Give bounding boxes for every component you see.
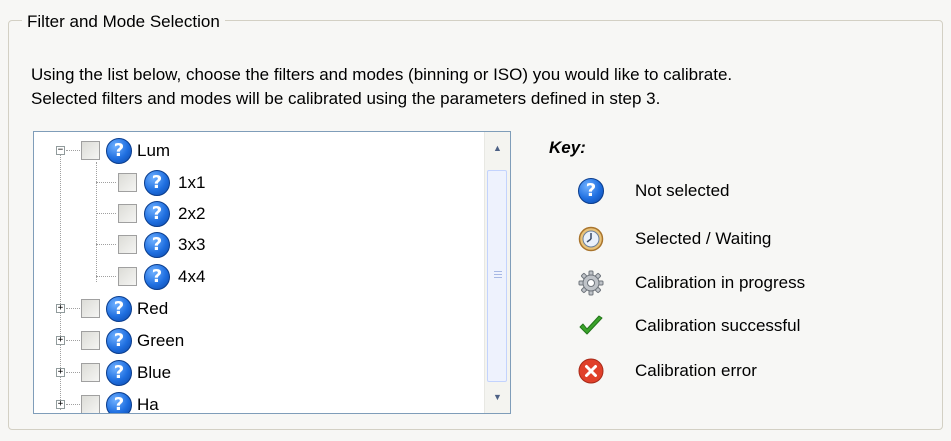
node-label: 3x3 [178,235,206,254]
key-label: Calibration error [635,361,757,380]
question-icon: ? [144,232,170,258]
group-title: Filter and Mode Selection [22,12,225,32]
expand-icon[interactable]: + [56,304,65,313]
filter-tree[interactable]: − ? Lum ? 1x1 ? 2x2 ? 3x3 ? 4x4 + ? Red … [33,131,511,414]
key-label: Selected / Waiting [635,229,772,248]
node-label: 2x2 [178,204,206,223]
tree-node-3x3[interactable]: ? 3x3 [34,230,484,260]
node-label: Blue [137,363,172,382]
question-icon: ? [106,392,132,413]
question-icon: ? [144,264,170,290]
error-icon [578,358,604,384]
expand-icon[interactable]: + [56,400,65,409]
question-icon: ? [144,170,170,196]
node-label: Red [137,299,169,318]
tree-line [66,404,80,405]
scroll-thumb[interactable] [487,170,507,382]
red-checkbox[interactable] [81,299,100,318]
question-icon: ? [144,201,170,227]
question-icon: ? [106,296,132,322]
tree-line [66,340,80,341]
tree-node-ha[interactable]: + ? Ha [34,390,484,414]
tree-node-green[interactable]: + ? Green [34,326,484,356]
tree-node-red[interactable]: + ? Red [34,294,484,324]
tree-line [96,244,116,245]
question-icon: ? [106,360,132,386]
expand-icon[interactable]: + [56,336,65,345]
gear-icon [578,270,604,296]
key-item-in-progress: Calibration in progress [578,268,805,298]
2x2-checkbox[interactable] [118,204,137,223]
question-icon: ? [106,138,132,164]
key-label: Calibration in progress [635,273,806,292]
instructions: Using the list below, choose the filters… [31,63,732,111]
tree-line [66,372,80,373]
question-icon: ? [578,178,604,204]
grip-line [494,271,502,272]
collapse-icon[interactable]: − [56,146,65,155]
key-label: Calibration successful [635,316,801,335]
4x4-checkbox[interactable] [118,267,137,286]
checkmark-icon [578,313,604,339]
node-label: Green [137,331,185,350]
question-icon: ? [106,328,132,354]
key-title: Key: [549,138,586,157]
tree-node-blue[interactable]: + ? Blue [34,358,484,388]
3x3-checkbox[interactable] [118,235,137,254]
tree-line [96,213,116,214]
tree-node-2x2[interactable]: ? 2x2 [34,199,484,229]
expand-icon[interactable]: + [56,368,65,377]
lum-checkbox[interactable] [81,141,100,160]
key-item-not-selected: ? Not selected [578,176,730,206]
1x1-checkbox[interactable] [118,173,137,192]
tree-node-1x1[interactable]: ? 1x1 [34,168,484,198]
key-label: Not selected [635,181,730,200]
key-item-selected-waiting: Selected / Waiting [578,224,771,254]
clock-icon [578,226,604,252]
tree-line [96,276,116,277]
key-item-successful: Calibration successful [578,311,800,341]
grip-line [494,277,502,278]
scroll-down-icon[interactable]: ▼ [485,383,510,411]
blue-checkbox[interactable] [81,363,100,382]
scroll-up-icon[interactable]: ▲ [485,134,510,162]
node-label: Ha [137,395,159,414]
tree-node-lum[interactable]: − ? Lum [34,136,484,166]
green-checkbox[interactable] [81,331,100,350]
tree-line [66,308,80,309]
vertical-scrollbar[interactable]: ▲ ▼ [484,132,510,413]
tree-line [96,182,116,183]
node-label: Lum [137,141,171,160]
instructions-line-1: Using the list below, choose the filters… [31,65,733,84]
node-label: 4x4 [178,267,206,286]
node-label: 1x1 [178,173,206,192]
key-item-error: Calibration error [578,356,757,386]
tree-line [66,150,80,151]
instructions-line-2: Selected filters and modes will be calib… [31,89,661,108]
ha-checkbox[interactable] [81,395,100,413]
tree-node-4x4[interactable]: ? 4x4 [34,262,484,292]
grip-line [494,274,502,275]
